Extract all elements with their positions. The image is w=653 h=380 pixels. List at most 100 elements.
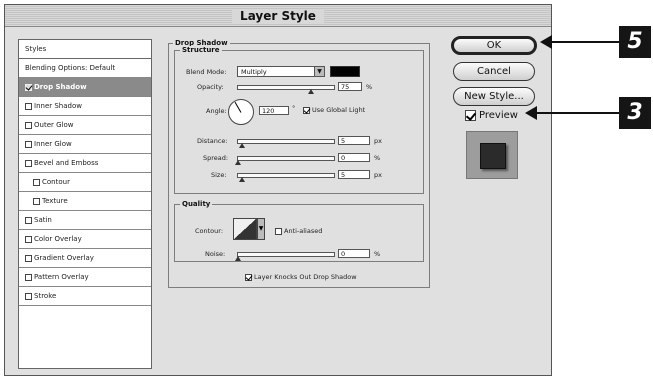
style-list-item-label: Pattern Overlay [34,273,89,281]
style-list-item-label: Inner Glow [34,140,72,148]
size-unit: px [374,171,382,179]
dialog-title: Layer Style [232,9,324,23]
anti-aliased-checkbox[interactable]: Anti-aliased [275,227,322,235]
contour-curve-icon[interactable] [233,218,257,240]
style-list-item-label: Inner Shadow [34,102,82,110]
checkmark-icon [465,110,476,121]
style-checkbox-icon[interactable] [33,197,40,205]
use-global-light-label: Use Global Light [312,106,366,114]
title-bar[interactable]: Layer Style [5,5,551,27]
style-list-item-label: Blending Options: Default [25,64,116,72]
style-list-item[interactable]: Styles [19,40,151,59]
style-checkbox-icon[interactable] [25,140,32,148]
preview-swatch [480,143,506,169]
style-list-item[interactable]: Inner Shadow [19,97,151,116]
style-checkbox-icon[interactable] [25,254,32,262]
callout-step-5: 5 [619,26,651,58]
style-list-item[interactable]: Outer Glow [19,116,151,135]
style-list-item-label: Stroke [34,292,57,300]
structure-group: Structure Blend Mode: Multiply ▼ Opacity… [174,46,424,194]
style-checkbox-icon[interactable] [25,216,32,224]
style-list-item[interactable]: Satin [19,211,151,230]
style-list-item[interactable]: Texture [19,192,151,211]
style-checkbox-icon[interactable] [25,83,32,91]
style-list-item-label: Drop Shadow [34,83,87,91]
opacity-slider[interactable] [237,85,335,94]
use-global-light-checkbox[interactable]: Use Global Light [303,106,365,114]
opacity-field[interactable]: 75 [338,82,362,91]
contour-dropdown-arrow-icon[interactable]: ▼ [257,218,265,240]
dropdown-arrow-icon: ▼ [314,67,324,76]
style-checkbox-icon[interactable] [25,235,32,243]
style-checkbox-icon[interactable] [25,159,32,167]
style-list-item[interactable]: Gradient Overlay [19,249,151,268]
style-list-item[interactable]: Pattern Overlay [19,268,151,287]
quality-title: Quality [180,200,213,208]
style-checkbox-icon[interactable] [25,102,32,110]
anti-aliased-box [275,227,282,235]
style-preview-thumbnail [466,131,518,179]
layer-style-dialog: Layer Style Styles Blending Options: Defa… [4,4,552,376]
callout-line-ok [550,41,619,43]
angle-label: Angle: [206,107,227,115]
style-checkbox-icon[interactable] [25,273,32,281]
angle-unit: ° [292,104,296,112]
distance-slider[interactable] [237,139,335,148]
style-list-item-label: Bevel and Emboss [34,159,99,167]
spread-field[interactable]: 0 [338,153,370,162]
shadow-color-swatch[interactable] [330,66,360,77]
styles-list: Styles Blending Options: Default Drop Shad… [18,39,152,369]
spread-label: Spread: [203,154,229,162]
distance-field[interactable]: 5 [338,136,370,145]
new-style-button[interactable]: New Style... [453,87,535,106]
angle-field[interactable]: 120 [259,106,289,115]
noise-field[interactable]: 0 [338,249,370,258]
noise-label: Noise: [205,250,226,258]
style-list-item[interactable]: Blending Options: Default [19,59,151,78]
distance-slider-thumb[interactable] [239,143,245,148]
blend-mode-label: Blend Mode: [186,68,227,76]
style-list-item-label: Outer Glow [34,121,74,129]
style-list-item[interactable]: Inner Glow [19,135,151,154]
spread-slider-thumb[interactable] [235,160,241,165]
ok-button[interactable]: OK [451,36,537,55]
checkmark-icon [245,273,252,281]
noise-unit: % [374,250,381,258]
style-checkbox-icon[interactable] [25,292,32,300]
size-slider-thumb[interactable] [239,177,245,182]
style-list-item-label: Satin [34,216,52,224]
blend-mode-select[interactable]: Multiply ▼ [237,66,325,77]
style-list-item[interactable]: Color Overlay [19,230,151,249]
preview-label: Preview [479,110,518,121]
layer-knocks-out-checkbox[interactable]: Layer Knocks Out Drop Shadow [245,273,357,281]
style-checkbox-icon[interactable] [25,121,32,129]
style-list-item[interactable]: Contour [19,173,151,192]
style-list-item[interactable]: Stroke [19,287,151,306]
size-field[interactable]: 5 [338,170,370,179]
style-list-item[interactable]: Drop Shadow [19,78,151,97]
style-list-item-label: Styles [25,45,47,53]
size-slider[interactable] [237,173,335,182]
opacity-label: Opacity: [197,83,224,91]
cancel-button[interactable]: Cancel [453,62,535,81]
style-list-item-label: Texture [42,197,68,205]
size-label: Size: [211,171,227,179]
contour-label: Contour: [195,227,224,235]
preview-checkbox[interactable]: Preview [465,110,518,121]
structure-title: Structure [180,46,222,54]
callout-line-preview [535,112,619,114]
style-list-item[interactable]: Bevel and Emboss [19,154,151,173]
distance-label: Distance: [197,137,228,145]
angle-dial-icon[interactable] [228,99,254,125]
drop-shadow-group: Drop Shadow Structure Blend Mode: Multip… [168,39,430,288]
spread-unit: % [374,154,381,162]
style-checkbox-icon[interactable] [33,178,40,186]
noise-slider-thumb[interactable] [235,256,241,261]
opacity-slider-thumb[interactable] [308,89,314,94]
distance-unit: px [374,137,382,145]
spread-slider[interactable] [235,156,335,165]
noise-slider[interactable] [235,252,335,261]
blend-mode-value: Multiply [241,68,267,76]
anti-aliased-label: Anti-aliased [284,227,323,235]
callout-step-3: 3 [619,97,651,129]
